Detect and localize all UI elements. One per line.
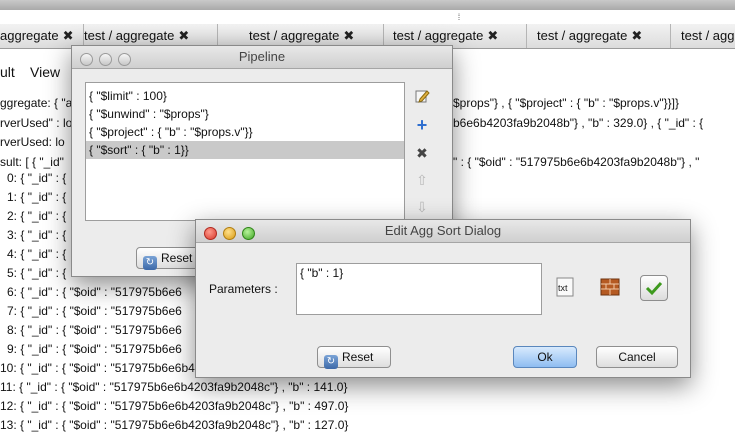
add-stage-icon[interactable]: + (413, 116, 431, 134)
move-down-icon[interactable]: ⇩ (413, 198, 431, 216)
log-row: 12: { "_id" : { "$oid" : "517975b6e6b420… (0, 399, 349, 413)
pipeline-stage[interactable]: { "$unwind" : "$props"} (86, 105, 404, 123)
parameters-input[interactable]: { "b" : 1} (296, 263, 542, 315)
window-controls (204, 225, 261, 247)
log-line: " : { "$oid" : "517975b6e6b4203fa9b2048b… (453, 155, 700, 169)
reset-icon: ↻ (324, 355, 338, 369)
log-row: 6: { "_id" : { "$oid" : "517975b6e6 (7, 285, 182, 299)
minimize-button[interactable] (99, 53, 112, 66)
window-title: Edit Agg Sort Dialog (384, 223, 502, 238)
log-row: 2: { "_id" : { (7, 209, 67, 223)
log-row: 8: { "_id" : { "$oid" : "517975b6e6 (7, 323, 182, 337)
window-controls (80, 51, 137, 73)
log-row: 7: { "_id" : { "$oid" : "517975b6e6 (7, 304, 182, 318)
parameters-label: Parameters : (209, 282, 278, 296)
move-up-icon[interactable]: ⇧ (413, 171, 431, 189)
log-row: 11: { "_id" : { "$oid" : "517975b6e6b420… (0, 380, 348, 394)
log-line: ggregate: { "ag (0, 96, 79, 110)
zoom-button[interactable] (242, 227, 255, 240)
dialog-reset-button[interactable]: ↻ Reset (317, 346, 391, 369)
zoom-button[interactable] (118, 53, 131, 66)
pipeline-stage[interactable]: { "$project" : { "b" : "$props.v"}} (86, 123, 404, 141)
log-row: 9: { "_id" : { "$oid" : "517975b6e6 (7, 342, 182, 356)
pipeline-stage[interactable]: { "$limit" : 100} (86, 87, 404, 105)
pipeline-stage-selected[interactable]: { "$sort" : { "b" : 1}} (86, 141, 404, 159)
log-line: rverUsed: lo (0, 135, 65, 149)
cancel-button[interactable]: Cancel (596, 346, 678, 368)
log-row: 5: { "_id" : { (7, 266, 67, 280)
log-line: sult: [ { "_id" (0, 155, 64, 169)
log-line: $props"} , { "$project" : { "b" : "$prop… (453, 96, 679, 110)
edit-sort-dialog: Edit Agg Sort Dialog Parameters : { "b" … (195, 219, 691, 378)
window-title: Pipeline (238, 49, 286, 64)
minimize-button[interactable] (223, 227, 236, 240)
log-row: 0: { "_id" : { (7, 171, 67, 185)
ok-button[interactable]: Ok (513, 346, 577, 368)
log-row: 13: { "_id" : { "$oid" : "517975b6e6b420… (0, 418, 349, 432)
validate-check-icon[interactable] (640, 275, 668, 301)
log-line: b6e6b4203fa9b2048b"} , "b" : 329.0} , { … (453, 116, 704, 130)
log-row: 3: { "_id" : { (7, 228, 67, 242)
reset-icon: ↻ (143, 256, 157, 270)
svg-text:txt: txt (558, 283, 568, 293)
log-line: rverUsed" : lo (0, 116, 73, 130)
brick-icon[interactable] (599, 276, 621, 298)
close-button[interactable] (80, 53, 93, 66)
close-button[interactable] (204, 227, 217, 240)
log-row: 1: { "_id" : { (7, 190, 67, 204)
text-format-icon[interactable]: txt (554, 276, 576, 298)
delete-stage-icon[interactable]: ✖ (413, 144, 431, 162)
edit-stage-icon[interactable] (413, 88, 431, 106)
dialog-titlebar: Edit Agg Sort Dialog (196, 220, 690, 243)
log-row: 4: { "_id" : { (7, 247, 67, 261)
pipeline-stage-list[interactable]: { "$limit" : 100} { "$unwind" : "$props"… (85, 82, 405, 221)
pipeline-titlebar: Pipeline (72, 46, 452, 69)
